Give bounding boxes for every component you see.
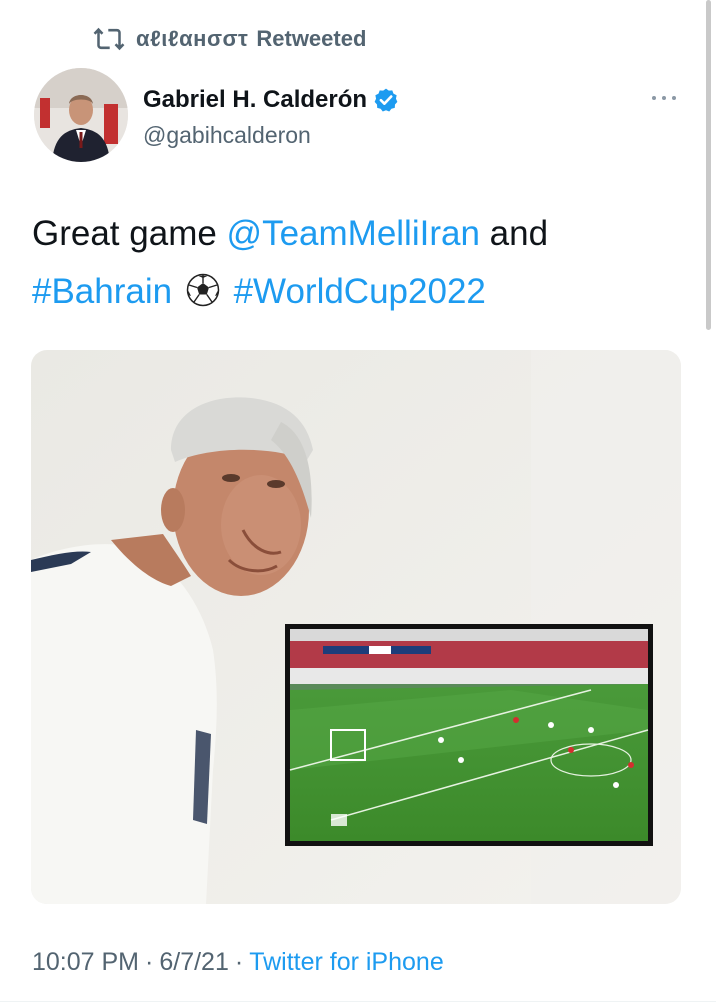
- avatar[interactable]: [34, 68, 128, 162]
- hashtag-link[interactable]: #Bahrain: [32, 272, 172, 311]
- tweet-meta: 10:07 PM · 6/7/21 · Twitter for iPhone: [32, 948, 444, 977]
- retweeted-label: Retweeted: [256, 26, 367, 51]
- author-handle[interactable]: @gabihcalderon: [143, 122, 399, 149]
- photo-image: [31, 350, 681, 904]
- tweet-text-plain: and: [479, 214, 549, 253]
- tweet-text-plain: Great game: [32, 214, 227, 253]
- more-options-icon[interactable]: [650, 88, 678, 108]
- verified-badge-icon: [374, 88, 398, 112]
- separator: ·: [145, 948, 154, 976]
- tweet-time[interactable]: 10:07 PM: [32, 948, 139, 977]
- scrollbar[interactable]: [706, 0, 711, 330]
- tweet-source-link[interactable]: Twitter for iPhone: [249, 948, 444, 977]
- tweet-photo[interactable]: [31, 350, 681, 904]
- retweet-icon: [93, 27, 125, 51]
- hashtag-link[interactable]: #WorldCup2022: [234, 272, 486, 311]
- soccer-ball-icon: [186, 273, 220, 307]
- author-name[interactable]: Gabriel H. Calderón: [143, 86, 367, 114]
- tweet-page: αℓιℓαнσστ Retweeted Gabriel H. Calderón …: [0, 0, 716, 1002]
- tv-screen: [285, 624, 653, 846]
- tweet-text: Great game @TeamMelliIran and #Bahrain #…: [32, 205, 682, 321]
- separator: ·: [234, 948, 244, 976]
- tweet-date[interactable]: 6/7/21: [159, 948, 229, 977]
- retweeter-name[interactable]: αℓιℓαнσστ: [136, 26, 248, 52]
- retweet-header[interactable]: αℓιℓαнσστ Retweeted: [92, 22, 366, 56]
- author-block[interactable]: Gabriel H. Calderón @gabihcalderon: [143, 84, 399, 149]
- mention-link[interactable]: @TeamMelliIran: [227, 214, 480, 253]
- avatar-image: [34, 68, 128, 162]
